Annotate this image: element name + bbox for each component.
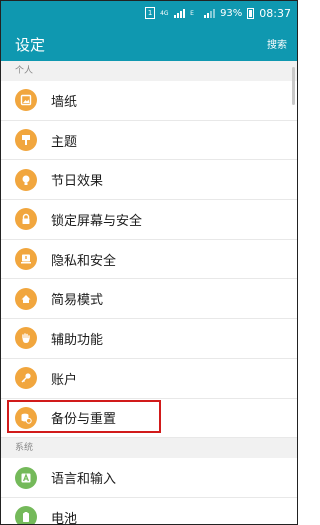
screen: 1 4G E 93% 08:37 设定 搜索 个人 墙纸 主题 节日效果 锁定屏… xyxy=(0,0,298,525)
settings-item-battery[interactable]: 电池 xyxy=(1,498,297,525)
clock: 08:37 xyxy=(259,6,291,20)
settings-item-label: 节日效果 xyxy=(51,174,104,190)
lock-icon xyxy=(15,208,37,231)
signal-icon-2 xyxy=(204,8,216,18)
settings-item-label: 账户 xyxy=(51,372,78,388)
battery-percentage: 93% xyxy=(220,7,243,19)
settings-item-wallpaper[interactable]: 墙纸 xyxy=(1,81,297,121)
highlight-box xyxy=(7,399,161,433)
easy-mode-home-icon xyxy=(15,287,37,310)
status-bar: 1 4G E 93% 08:37 xyxy=(1,1,297,25)
wallpaper-icon xyxy=(15,89,37,112)
settings-item-privacy-security[interactable]: 隐私和安全 xyxy=(1,240,297,280)
privacy-icon xyxy=(15,248,37,271)
settings-item-label: 电池 xyxy=(51,511,78,525)
sim-badge: 1 xyxy=(145,7,156,19)
settings-item-label: 简易模式 xyxy=(51,293,104,309)
accessibility-hand-icon xyxy=(15,327,37,350)
settings-item-lock-screen-security[interactable]: 锁定屏幕与安全 xyxy=(1,200,297,240)
settings-item-label: 墙纸 xyxy=(51,94,78,110)
signal-icon xyxy=(174,8,186,18)
network-4g-indicator: 4G xyxy=(160,9,169,17)
settings-item-festival-effects[interactable]: 节日效果 xyxy=(1,160,297,201)
settings-item-label: 隐私和安全 xyxy=(51,253,117,269)
key-icon xyxy=(15,367,37,390)
scrollbar[interactable] xyxy=(292,67,295,105)
settings-item-theme[interactable]: 主题 xyxy=(1,121,297,161)
language-a-icon xyxy=(15,466,37,489)
settings-list: 个人 墙纸 主题 节日效果 锁定屏幕与安全 隐私和安全 简易模式 辅助功能 账户… xyxy=(1,61,297,525)
search-button[interactable]: 搜索 xyxy=(267,36,287,51)
section-header-personal: 个人 xyxy=(1,61,297,81)
settings-item-language-input[interactable]: 语言和输入 xyxy=(1,458,297,498)
battery-status-icon xyxy=(247,7,255,19)
settings-item-label: 主题 xyxy=(51,134,78,150)
settings-item-backup-reset[interactable]: 备份与重置 xyxy=(1,399,297,439)
settings-item-accessibility[interactable]: 辅助功能 xyxy=(1,319,297,359)
festival-lightbulb-icon xyxy=(15,168,37,191)
section-header-system: 系统 xyxy=(1,438,297,459)
battery-icon xyxy=(15,506,37,524)
settings-item-label: 锁定屏幕与安全 xyxy=(51,213,143,229)
app-bar: 设定 搜索 xyxy=(1,25,297,61)
settings-item-accounts[interactable]: 账户 xyxy=(1,359,297,399)
settings-item-label: 语言和输入 xyxy=(51,472,117,488)
network-e-indicator: E xyxy=(190,9,194,17)
page-title: 设定 xyxy=(15,36,46,54)
settings-item-label: 辅助功能 xyxy=(51,332,104,348)
theme-brush-icon xyxy=(15,129,37,152)
settings-item-easy-mode[interactable]: 简易模式 xyxy=(1,279,297,320)
